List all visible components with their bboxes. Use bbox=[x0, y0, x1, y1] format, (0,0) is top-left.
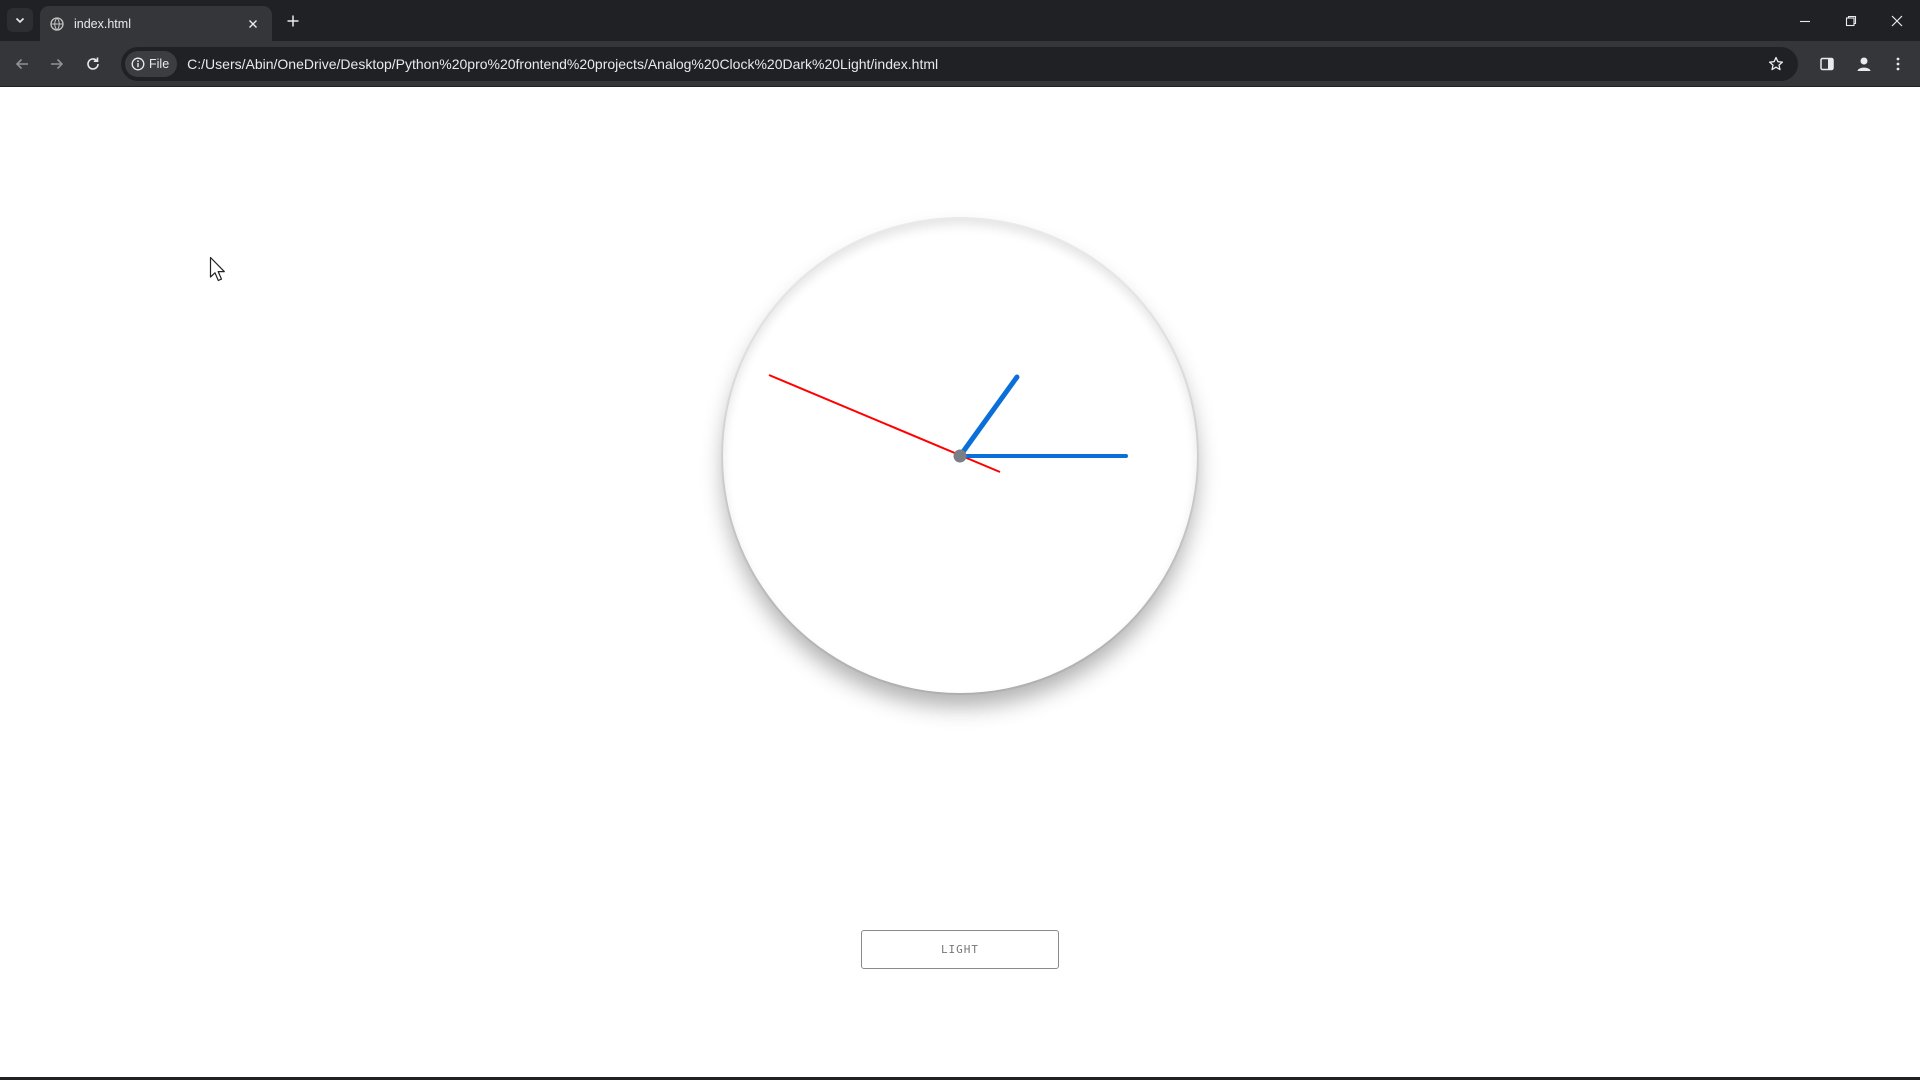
file-chip-label: File bbox=[149, 57, 170, 71]
browser-toolbar: File C:/Users/Abin/OneDrive/Desktop/Pyth… bbox=[0, 41, 1920, 87]
back-arrow-icon bbox=[15, 58, 28, 70]
reload-icon bbox=[87, 57, 99, 70]
restore-button[interactable] bbox=[1828, 0, 1874, 41]
reload-button[interactable] bbox=[81, 52, 105, 76]
analog-clock bbox=[723, 219, 1197, 693]
side-panel-button[interactable] bbox=[1815, 52, 1839, 76]
window-controls bbox=[1782, 0, 1920, 41]
clock-center-dot bbox=[953, 449, 967, 463]
forward-arrow-icon bbox=[51, 58, 64, 70]
tab-search-button[interactable] bbox=[7, 8, 33, 32]
tab-bar: index.html bbox=[0, 0, 1920, 41]
theme-toggle-button[interactable]: LIGHT bbox=[861, 930, 1059, 969]
info-icon bbox=[131, 57, 145, 71]
clock-face bbox=[768, 374, 1128, 473]
url-text[interactable]: C:/Users/Abin/OneDrive/Desktop/Python%20… bbox=[187, 56, 938, 72]
back-button[interactable] bbox=[10, 52, 34, 76]
menu-button[interactable] bbox=[1886, 52, 1910, 76]
chevron-down-icon bbox=[15, 17, 25, 24]
hour-hand bbox=[957, 374, 1020, 459]
minimize-icon bbox=[1800, 20, 1810, 22]
mouse-cursor-icon bbox=[209, 256, 225, 282]
more-vertical-icon bbox=[1896, 57, 1900, 71]
close-tab-icon[interactable] bbox=[244, 15, 262, 33]
forward-button[interactable] bbox=[45, 52, 69, 76]
profile-icon bbox=[1857, 57, 1871, 71]
active-tab[interactable]: index.html bbox=[40, 6, 272, 41]
star-icon bbox=[1768, 56, 1784, 71]
restore-icon bbox=[1845, 15, 1857, 26]
close-icon bbox=[1891, 15, 1903, 26]
tab-title: index.html bbox=[74, 16, 131, 31]
page-content: LIGHT bbox=[0, 87, 1920, 1080]
profile-button[interactable] bbox=[1852, 52, 1876, 76]
close-window-button[interactable] bbox=[1874, 0, 1920, 41]
new-tab-button[interactable] bbox=[282, 10, 304, 32]
address-bar[interactable]: File C:/Users/Abin/OneDrive/Desktop/Pyth… bbox=[121, 47, 1798, 81]
bookmark-button[interactable] bbox=[1766, 54, 1786, 74]
side-panel-icon bbox=[1820, 57, 1834, 71]
minimize-button[interactable] bbox=[1782, 0, 1828, 41]
plus-icon bbox=[287, 15, 299, 27]
site-info-chip[interactable]: File bbox=[125, 51, 178, 77]
globe-icon bbox=[50, 16, 64, 31]
